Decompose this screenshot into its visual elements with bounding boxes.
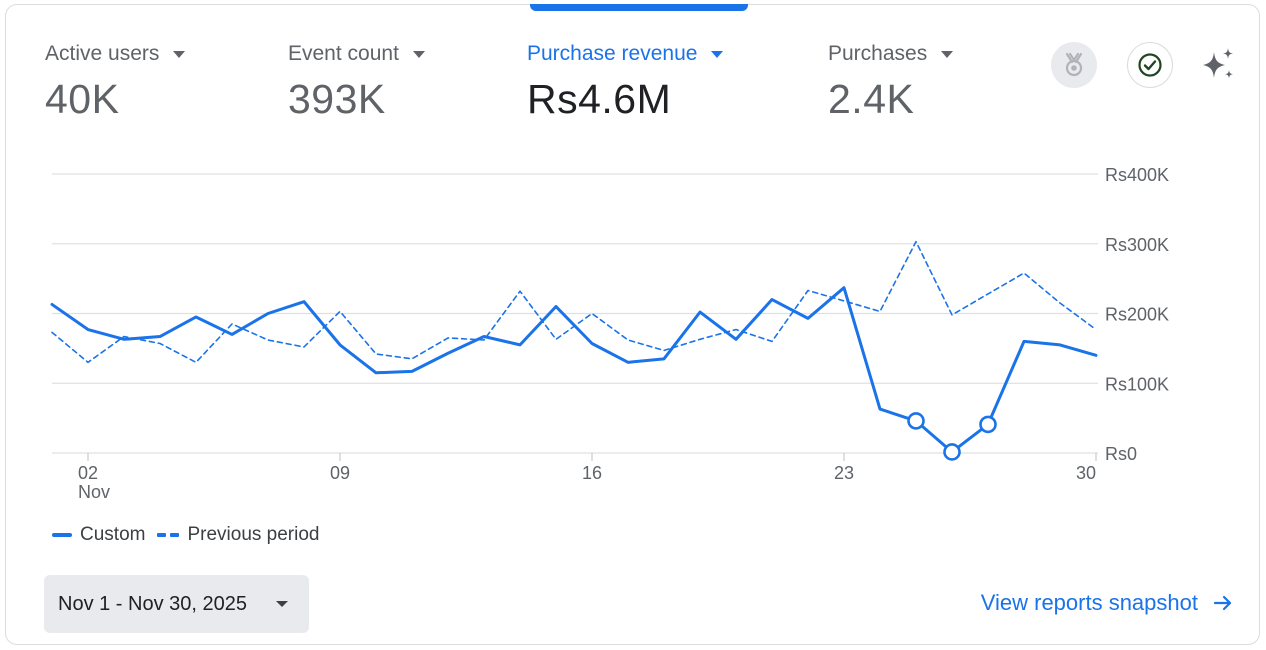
x-tick-label: 02 [78,463,98,483]
y-tick-label: Rs400K [1105,165,1169,185]
legend-item-custom: Custom [52,524,145,546]
metric-value-purchases: 2.4K [828,76,915,122]
dropdown-caret-icon [941,50,954,58]
chart-legend: Custom Previous period [52,524,332,546]
x-tick-label: 09 [330,463,350,483]
legend-label-custom: Custom [80,524,146,545]
data-point-marker [943,443,961,461]
metric-purchases[interactable]: Purchases 2.4K [828,42,954,123]
metric-event-count[interactable]: Event count 393K [288,42,425,123]
y-tick-label: Rs100K [1105,374,1169,394]
award-button[interactable] [1051,42,1097,88]
check-button[interactable] [1127,42,1173,88]
y-tick-label: Rs300K [1105,235,1169,255]
legend-swatch-dashed [157,533,180,537]
data-point-marker [907,412,925,430]
check-circle-icon [1138,53,1162,77]
metric-value-purchase-revenue: Rs4.6M [527,76,672,122]
series-line-previous-period [51,240,1097,364]
metric-label-active-users: Active users [45,42,186,66]
sparkle-icon [1203,48,1233,79]
award-badge-icon [1065,52,1083,77]
selected-metric-indicator [530,4,748,11]
date-range-select[interactable]: Nov 1 - Nov 30, 2025 [44,575,309,633]
series-line-custom [50,286,1098,454]
chevron-down-icon [276,601,288,607]
dropdown-caret-icon [412,50,425,58]
arrow-right-icon [1213,595,1232,611]
view-link-label: View reports snapshot [980,590,1198,615]
metric-purchase-revenue[interactable]: Purchase revenue Rs4.6M [527,42,724,123]
metric-value-event-count: 393K [288,76,386,122]
date-range-label: Nov 1 - Nov 30, 2025 [58,592,247,615]
x-tick-label: 30 [1076,463,1096,483]
metric-label-purchase-revenue: Purchase revenue [527,42,724,66]
y-tick-label: Rs0 [1105,444,1137,464]
insights-button[interactable] [1195,42,1241,88]
metric-active-users[interactable]: Active users 40K [45,42,186,123]
x-tick-sublabel: Nov [78,482,110,502]
metric-value-active-users: 40K [45,76,120,122]
dropdown-caret-icon [173,50,186,58]
x-tick-label: 23 [834,463,854,483]
legend-label-previous-period: Previous period [187,524,320,545]
data-point-marker [979,415,997,434]
metric-label-event-count: Event count [288,42,425,66]
legend-item-previous-period: Previous period [157,524,320,546]
legend-swatch-solid [52,533,72,537]
view-reports-snapshot-link[interactable]: View reports snapshot [981,590,1234,616]
revenue-line-chart: Rs0 Rs100K Rs200K Rs300K Rs400K 02Nov 09 16 23 30 [50,165,1169,502]
metric-label-purchases: Purchases [828,42,954,66]
y-tick-label: Rs200K [1105,305,1169,325]
dropdown-caret-icon [711,50,724,58]
x-tick-label: 16 [582,463,602,483]
